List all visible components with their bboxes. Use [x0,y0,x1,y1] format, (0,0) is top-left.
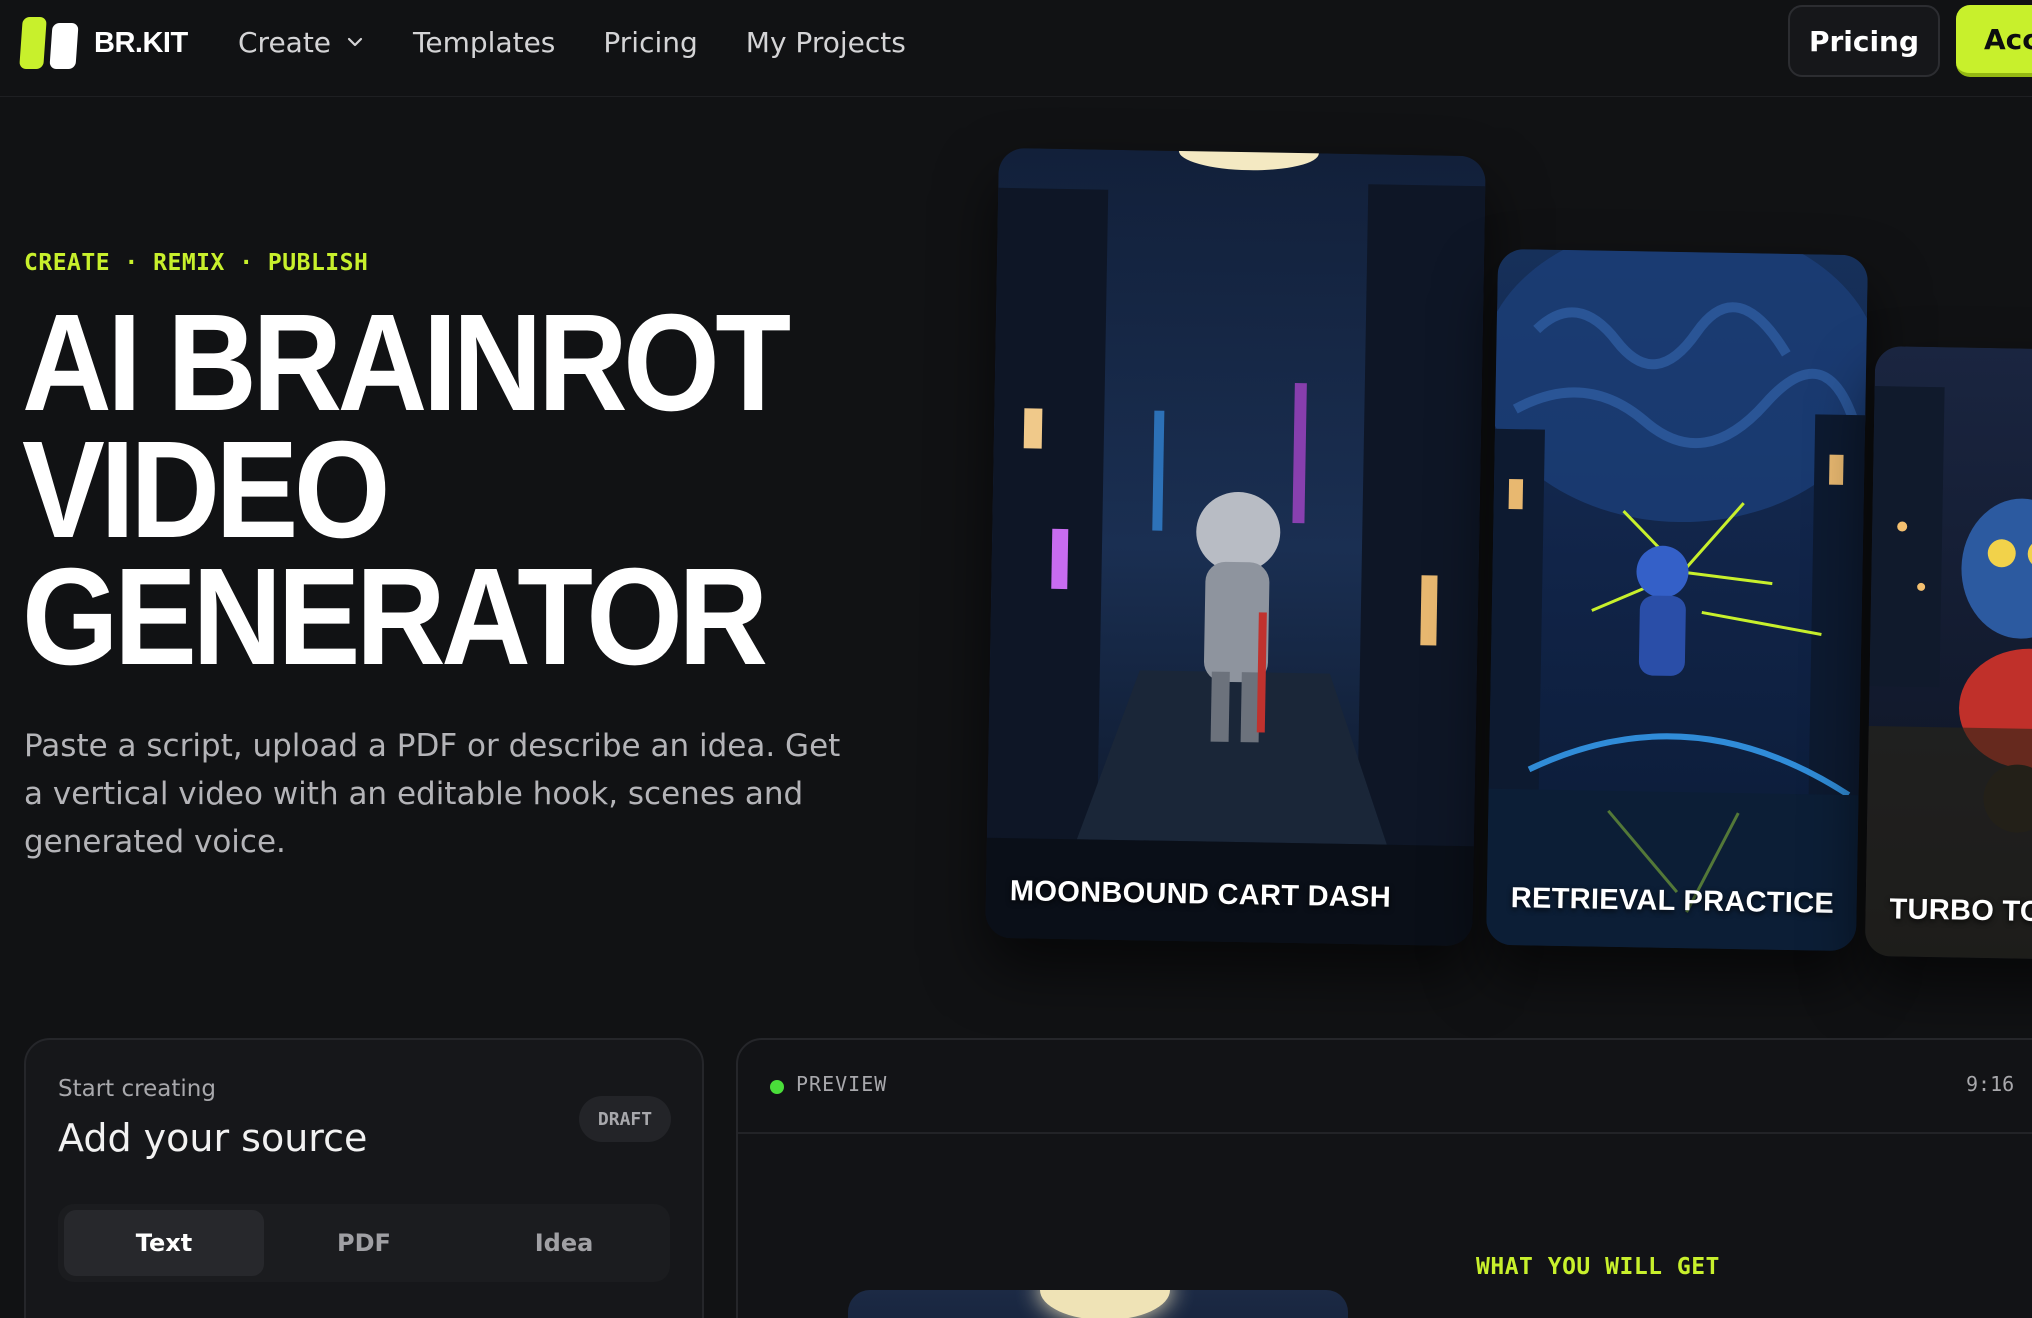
status-dot-icon [770,1080,784,1094]
hero-title-line-3: GENERATOR [22,540,768,694]
card-thumbnail [1864,346,2032,960]
logo-text: BR.KIT [94,26,188,59]
pricing-button[interactable]: Pricing [1788,5,1940,77]
what-you-will-get-heading: WHAT YOU WILL GET [1476,1254,1720,1280]
nav-link-create-label: Create [238,25,332,59]
tab-text[interactable]: Text [64,1210,264,1276]
nav-link-create[interactable]: Create [238,26,365,59]
nav-link-templates[interactable]: Templates [413,26,555,59]
preview-header: PREVIEW 9:16 [738,1040,2032,1134]
top-navbar: BR.KIT Create Templates Pricing My Proje… [0,0,2032,97]
card-title: MOONBOUND CART DASH [1009,875,1392,914]
hero-subtitle: Paste a script, upload a PDF or describe… [24,728,841,860]
tab-idea[interactable]: Idea [464,1210,664,1276]
card-title: RETRIEVAL PRACTICE [1510,882,1835,920]
preview-label: PREVIEW [796,1072,888,1096]
hero-title-line-2: VIDEO [22,413,390,567]
nav-link-pricing[interactable]: Pricing [603,26,697,59]
nav-links: Create Templates Pricing My Projects [238,20,954,64]
card-title: TURBO TOSS [1889,893,2032,929]
account-button[interactable]: Account [1956,5,2032,77]
tab-pdf[interactable]: PDF [264,1210,464,1276]
brand-logo[interactable]: BR.KIT [19,17,188,69]
source-panel-kicker: Start creating [58,1076,216,1102]
video-card-moonbound[interactable]: MOONBOUND CART DASH [985,147,1486,947]
logo-icon [19,17,79,69]
preview-video-thumbnail [848,1290,1348,1318]
hero-title: AI BRAINROT VIDEO GENERATOR [22,286,922,694]
source-panel: Start creating Add your source DRAFT Tex… [24,1038,704,1318]
aspect-ratio-label: 9:16 [1966,1072,2015,1096]
card-thumbnail [985,147,1486,947]
source-tabs: Text PDF Idea [58,1204,670,1282]
moon-shape [1040,1290,1170,1318]
card-thumbnail [1485,248,1869,952]
nav-link-my-projects[interactable]: My Projects [746,26,906,59]
preview-panel: PREVIEW 9:16 [736,1038,2032,1318]
source-panel-title: Add your source [58,1116,368,1160]
chevron-down-icon [347,37,363,47]
video-card-turbo[interactable]: TURBO TOSS [1864,346,2032,960]
hero-title-line-1: AI BRAINROT [22,286,791,440]
status-badge: DRAFT [579,1096,671,1142]
hero-eyebrow: CREATE · REMIX · PUBLISH [24,250,369,276]
video-card-retrieval[interactable]: RETRIEVAL PRACTICE [1485,248,1869,952]
